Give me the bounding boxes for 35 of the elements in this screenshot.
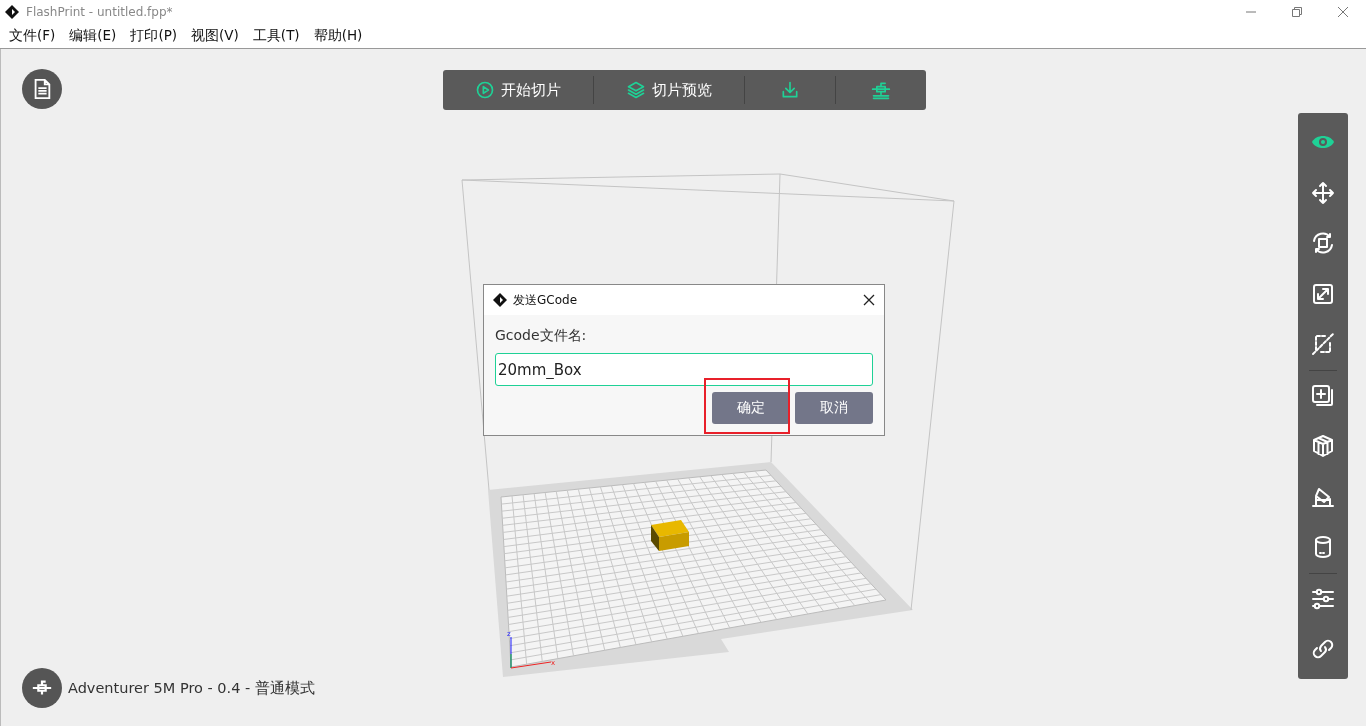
window-title: FlashPrint - untitled.fpp* [26,5,173,19]
dialog-button[interactable]: 取消 [795,392,873,424]
split-icon [1311,434,1335,459]
menu-item[interactable]: 编辑(E) [62,27,124,45]
filename-field[interactable]: 20mm_Box [495,353,873,386]
add-icon [1311,383,1335,408]
printer-button[interactable] [22,668,62,708]
download-icon [780,80,800,100]
box-model [651,520,689,551]
menu-item[interactable]: 打印(P) [123,27,185,45]
toolbar-button[interactable]: 开始切片 [443,70,593,110]
menu-item[interactable]: 视图(V) [184,27,246,45]
close-icon [863,294,875,306]
rotate-icon [1311,231,1335,256]
document-button[interactable] [22,69,62,109]
close-icon [1337,6,1349,18]
menu-item[interactable]: 工具(T) [245,27,307,45]
sliders-icon [1311,586,1335,611]
restore-icon [1291,6,1303,18]
scale-icon [1311,281,1335,306]
nozzle-icon [871,80,891,100]
axis-indicator [510,636,552,669]
app-logo-icon [492,292,508,308]
printer-status: Adventurer 5M Pro - 0.4 - 普通模式 [68,678,315,698]
cut-icon [1311,332,1335,357]
app-logo-icon [4,4,20,20]
dialog-button[interactable]: 确定 [712,392,790,424]
move-icon [1311,180,1335,205]
toolbar-button[interactable]: 切片预览 [594,70,744,110]
menu-item[interactable]: 文件(F) [2,27,63,45]
layers-icon [626,80,646,100]
play-icon [475,80,495,100]
menu-item[interactable]: 帮助(H) [306,27,370,45]
field-label: Gcode文件名: [495,327,588,345]
dialog-title: 发送GCode [513,291,578,309]
